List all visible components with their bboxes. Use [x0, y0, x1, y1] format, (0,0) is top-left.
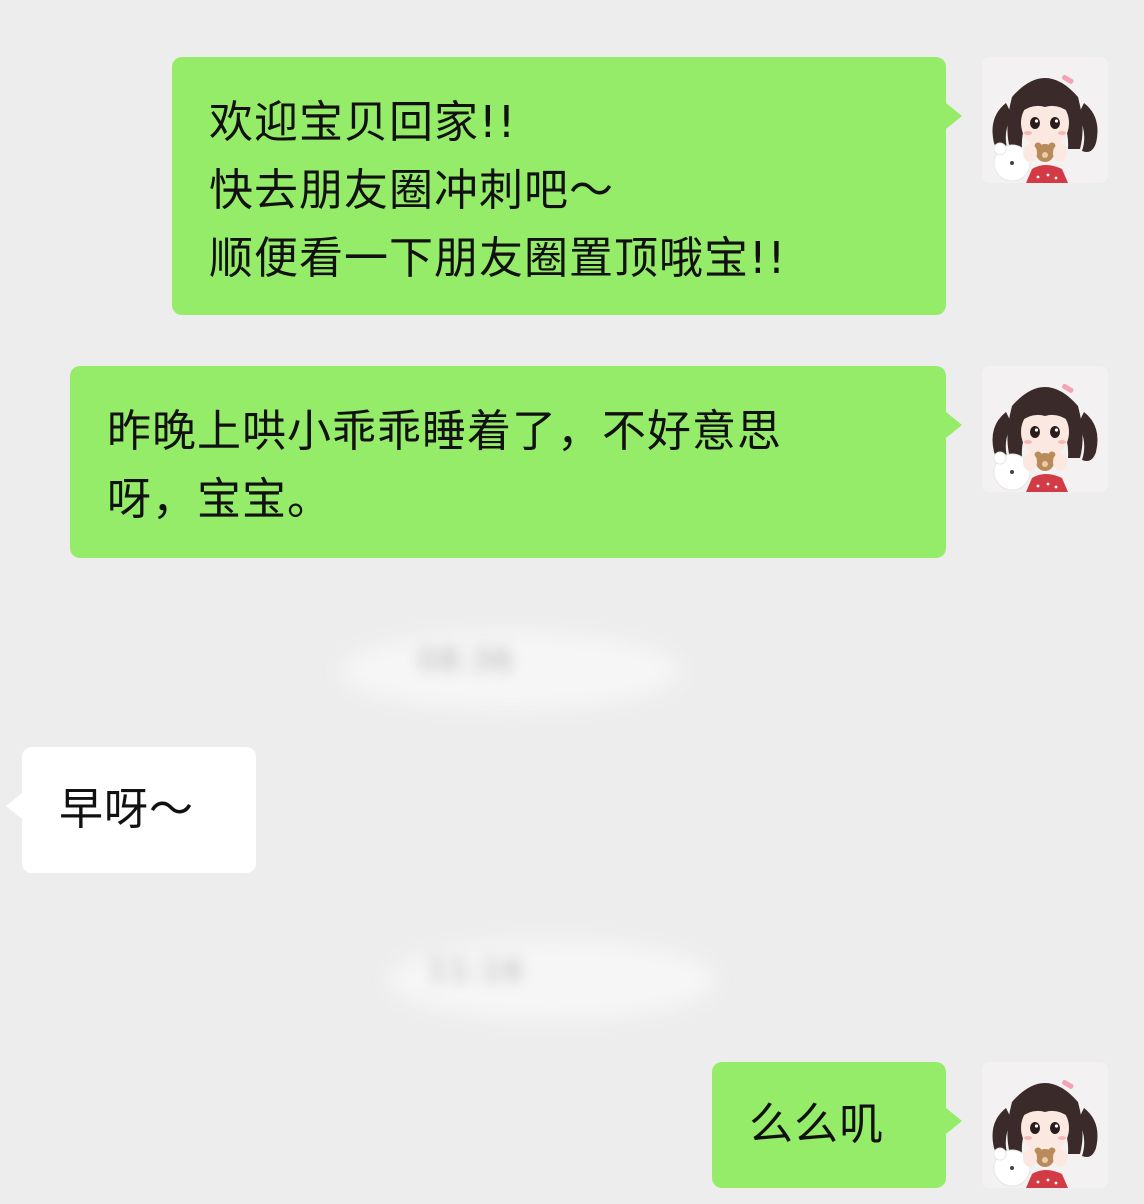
timestamp: 11:16: [428, 953, 525, 988]
message-bubble[interactable]: 早呀～: [22, 747, 256, 873]
message-bubble[interactable]: 欢迎宝贝回家!! 快去朋友圈冲刺吧～ 顺便看一下朋友圈置顶哦宝!!: [172, 57, 946, 315]
girl-with-bear-avatar-icon: [982, 1062, 1108, 1188]
bubble-tail: [946, 412, 962, 438]
timestamp: 08:36: [418, 643, 515, 678]
message-bubble[interactable]: 昨晚上哄小乖乖睡着了，不好意思 呀，宝宝。: [70, 366, 946, 558]
bubble-tail: [946, 103, 962, 129]
avatar[interactable]: [982, 1062, 1108, 1188]
message-bubble[interactable]: 么么叽: [712, 1062, 946, 1188]
avatar[interactable]: [982, 57, 1108, 183]
girl-with-bear-avatar-icon: [982, 366, 1108, 492]
avatar[interactable]: [982, 366, 1108, 492]
bubble-tail: [946, 1108, 962, 1134]
message-text: 欢迎宝贝回家!!: [209, 97, 517, 148]
message-text: 昨晚上哄小乖乖睡着了，不好意思: [107, 406, 782, 457]
message-text: 早呀～: [59, 784, 194, 835]
message-text: 么么叽: [749, 1099, 884, 1150]
message-text: 呀，宝宝。: [107, 474, 332, 525]
message-text: 快去朋友圈冲刺吧～: [209, 165, 614, 216]
girl-with-bear-avatar-icon: [982, 57, 1108, 183]
bubble-tail: [6, 793, 22, 819]
message-text: 顺便看一下朋友圈置顶哦宝!!: [209, 233, 787, 284]
